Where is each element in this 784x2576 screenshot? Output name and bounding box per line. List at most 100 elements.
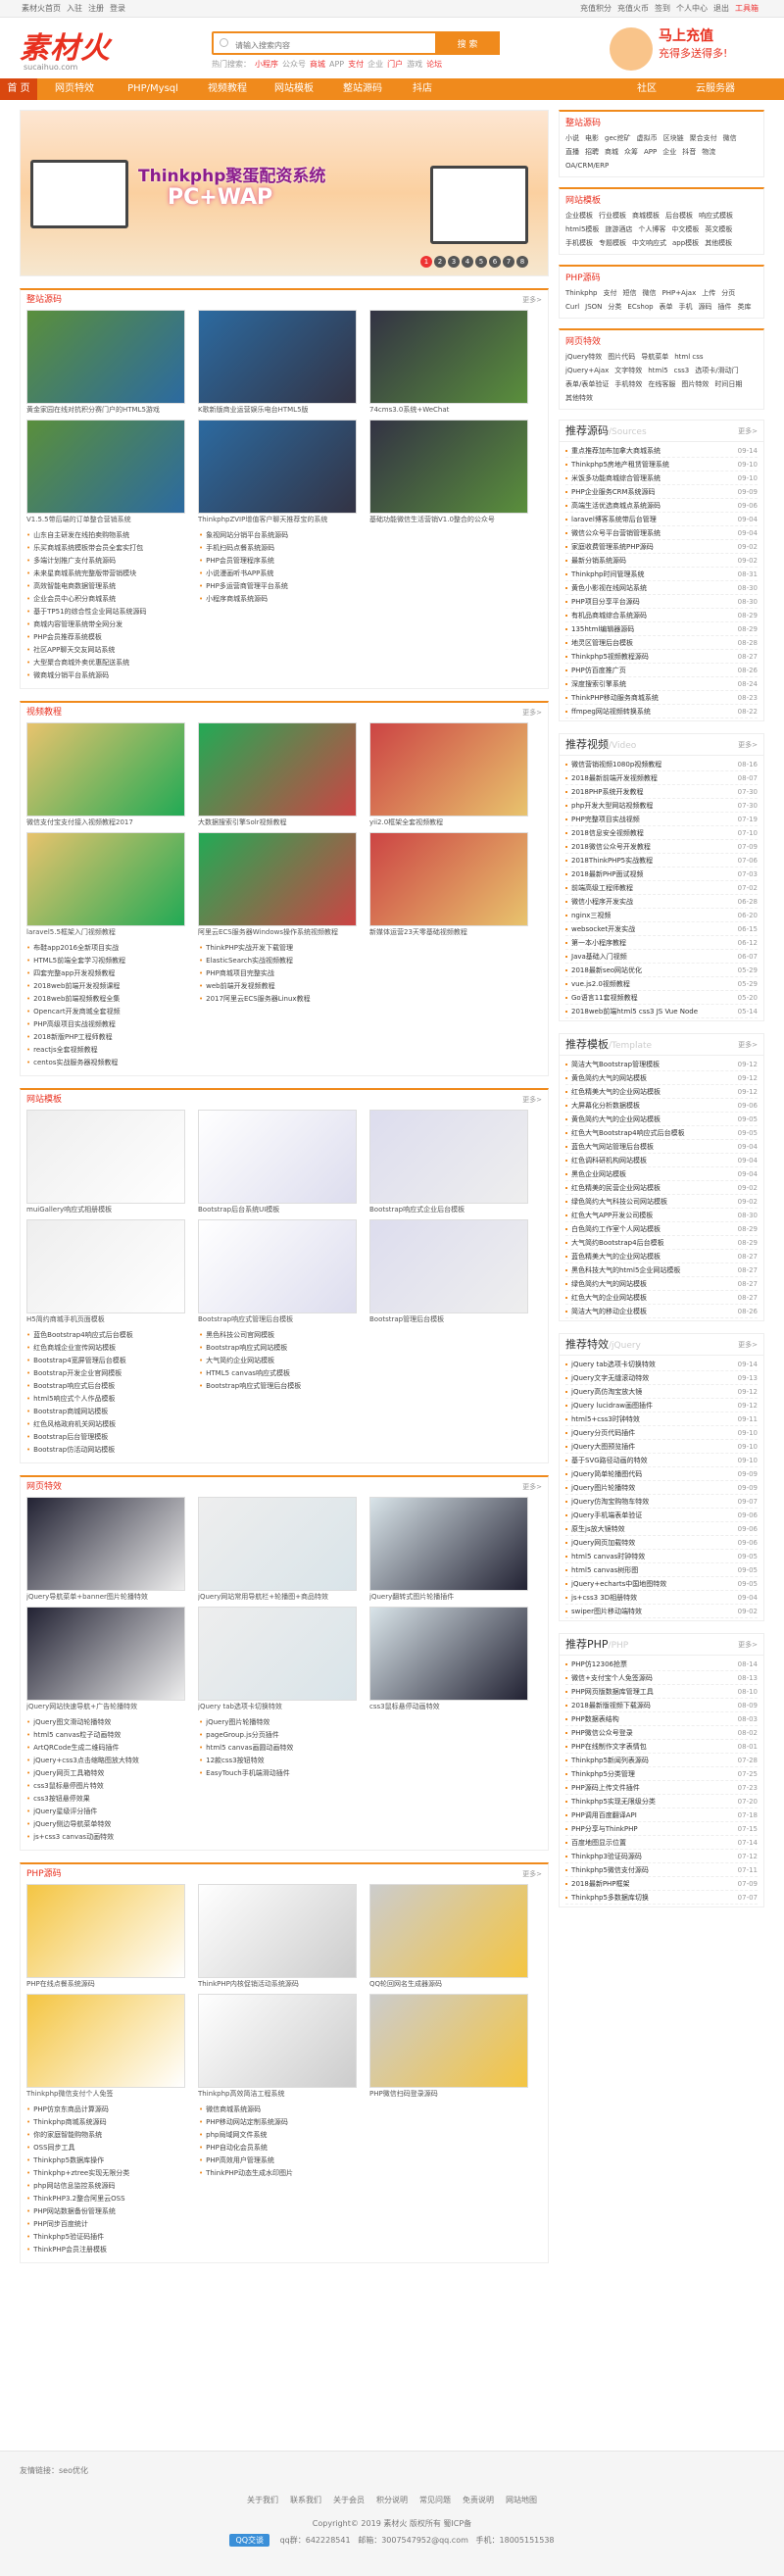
category-tag[interactable]: 其他模板 bbox=[705, 236, 732, 250]
recommend-item[interactable]: 2018微信公众号开发教程 07-09 bbox=[565, 840, 758, 854]
recommend-item[interactable]: Thinkphp5房地产租赁管理系统 09-10 bbox=[565, 458, 758, 471]
more-link[interactable]: 更多> bbox=[738, 421, 758, 442]
recommend-item-title[interactable]: 黄色小影视在线网站系统 bbox=[571, 584, 647, 592]
list-item[interactable]: pageGroup.js分页插件 bbox=[199, 1729, 371, 1742]
recommend-item[interactable]: 米饭多功能商城综合管理系统 09-10 bbox=[565, 471, 758, 485]
category-tag[interactable]: 短信 bbox=[622, 286, 636, 300]
recommend-item-title[interactable]: jQuery高仿淘宝放大镜 bbox=[571, 1388, 642, 1396]
category-tag[interactable]: 后台模板 bbox=[665, 209, 693, 223]
category-tag[interactable]: 类库 bbox=[738, 300, 752, 314]
recommend-item-title[interactable]: PHP项目分享平台源码 bbox=[571, 598, 640, 606]
recommend-item[interactable]: jQuery网页加载特效 09-06 bbox=[565, 1536, 758, 1550]
recommend-item-title[interactable]: 微信公众号平台营销管理系统 bbox=[571, 529, 661, 537]
recommend-item-title[interactable]: 有机品商城综合系统源码 bbox=[571, 612, 647, 619]
card-caption[interactable]: Bootstrap后台系统UI模板 bbox=[198, 1204, 357, 1215]
card-caption[interactable]: 新媒体运营23天零基础视频教程 bbox=[369, 926, 528, 938]
recommend-item[interactable]: swiper图片移动端特效 09-02 bbox=[565, 1605, 758, 1618]
recommend-item-title[interactable]: PHP在线制作文字表情包 bbox=[571, 1743, 647, 1751]
card-caption[interactable]: Bootstrap响应式管理后台模板 bbox=[198, 1313, 357, 1325]
recommend-item-title[interactable]: 地灵区管理后台模板 bbox=[571, 639, 633, 647]
recommend-item[interactable]: 第一本小程序教程 06-12 bbox=[565, 936, 758, 950]
recommend-item[interactable]: PHP仿12306抢票 08-14 bbox=[565, 1658, 758, 1671]
recommend-item[interactable]: jQuery lucidraw画图插件 09-12 bbox=[565, 1399, 758, 1412]
recommend-item-title[interactable]: 第一本小程序教程 bbox=[571, 939, 626, 947]
category-tag[interactable]: 时间日期 bbox=[714, 377, 742, 391]
resource-card[interactable]: jQuery导航菜单+banner图片轮播特效 bbox=[26, 1497, 185, 1603]
recommend-item-title[interactable]: Java基础入门视频 bbox=[571, 953, 627, 961]
list-item[interactable]: EasyTouch手机端滑动插件 bbox=[199, 1767, 371, 1780]
topbar-link[interactable]: 充值积分 bbox=[580, 4, 612, 13]
recommend-item-title[interactable]: jQuery大图预览插件 bbox=[571, 1443, 635, 1451]
card-caption[interactable]: jQuery导航菜单+banner图片轮播特效 bbox=[26, 1591, 185, 1603]
thumbnail-image[interactable] bbox=[26, 722, 185, 817]
resource-card[interactable]: jQuery网站快速导航+广告轮播特效 bbox=[26, 1607, 185, 1712]
card-caption[interactable]: H5简约商城手机页面模板 bbox=[26, 1313, 185, 1325]
recommend-item-title[interactable]: jQuery简单轮播图代码 bbox=[571, 1470, 642, 1478]
card-caption[interactable]: PHP微信扫码登录源码 bbox=[369, 2088, 528, 2100]
list-item[interactable]: jQuery网页工具箱特效 bbox=[26, 1767, 199, 1780]
list-item[interactable]: jQuery+css3点击缩略图放大特效 bbox=[26, 1755, 199, 1767]
list-item[interactable]: 红色风格政府机关网站模板 bbox=[26, 1418, 199, 1431]
recommend-item[interactable]: PHP分享与ThinkPHP 07-15 bbox=[565, 1822, 758, 1836]
category-tag[interactable]: 其他特效 bbox=[565, 391, 593, 405]
list-item[interactable]: PHP仿京东商品计算源码 bbox=[26, 2104, 199, 2116]
recommend-item-title[interactable]: jQuery文字无缝滚动特效 bbox=[571, 1374, 649, 1382]
nav-item[interactable]: 抖店 bbox=[398, 78, 447, 100]
category-tag[interactable]: 招聘 bbox=[585, 145, 599, 159]
thumbnail-image[interactable] bbox=[369, 1994, 528, 2088]
topbar-link[interactable]: 退出 bbox=[713, 4, 729, 13]
recommend-item-title[interactable]: html5 canvas树形图 bbox=[571, 1566, 638, 1574]
recommend-item[interactable]: 红色大气的企业网站模板 08-27 bbox=[565, 1291, 758, 1305]
category-tag[interactable]: 导航菜单 bbox=[641, 350, 668, 364]
resource-card[interactable]: Bootstrap管理后台模板 bbox=[369, 1219, 528, 1325]
recommend-item-title[interactable]: 家庭收费管理系统PHP源码 bbox=[571, 543, 654, 551]
recommend-item-title[interactable]: 2018ThinkPHP5实战教程 bbox=[571, 857, 653, 865]
category-tag[interactable]: 直播 bbox=[565, 145, 579, 159]
recommend-item[interactable]: jQuery大图预览插件 09-10 bbox=[565, 1440, 758, 1454]
recommend-item[interactable]: Thinkphp3验证码源码 07-12 bbox=[565, 1850, 758, 1863]
list-item[interactable]: 2018web前端视频教程全集 bbox=[26, 993, 199, 1006]
category-tag[interactable]: ECshop bbox=[627, 300, 653, 314]
recommend-item[interactable]: 地灵区管理后台模板 08-28 bbox=[565, 636, 758, 650]
list-item[interactable]: css3鼠标悬停图片特效 bbox=[26, 1780, 199, 1793]
thumbnail-image[interactable] bbox=[198, 1884, 357, 1978]
recommend-item[interactable]: 大气简约Bootstrap4后台模板 08-29 bbox=[565, 1236, 758, 1250]
recommend-item-title[interactable]: jQuery网页加载特效 bbox=[571, 1539, 635, 1547]
recommend-item-title[interactable]: 红色大气的企业网站模板 bbox=[571, 1294, 647, 1302]
thumbnail-image[interactable] bbox=[369, 1110, 528, 1204]
list-item[interactable]: 象视网站分销平台系统源码 bbox=[199, 529, 371, 542]
recommend-item[interactable]: 2018PHP系统开发教程 07-30 bbox=[565, 785, 758, 799]
card-caption[interactable]: jQuery tab选项卡切换特效 bbox=[198, 1701, 357, 1712]
resource-card[interactable]: K歌新版商业运营娱乐电台HTML5版 bbox=[198, 310, 357, 416]
list-item[interactable]: 山东自主研发在线拍卖购物系统 bbox=[26, 529, 199, 542]
recommend-item[interactable]: jQuery分页代码插件 09-10 bbox=[565, 1426, 758, 1440]
category-tag[interactable]: 虚拟币 bbox=[637, 131, 658, 145]
category-tag[interactable]: 插件 bbox=[718, 300, 732, 314]
recommend-item[interactable]: jQuery tab选项卡切换特效 09-14 bbox=[565, 1358, 758, 1371]
list-item[interactable]: jQuery图文滑动轮播特效 bbox=[26, 1716, 199, 1729]
recommend-item[interactable]: Thinkphp5分类管理 07-25 bbox=[565, 1767, 758, 1781]
thumbnail-image[interactable] bbox=[369, 1884, 528, 1978]
thumbnail-image[interactable] bbox=[369, 310, 528, 404]
recommend-item-title[interactable]: 2018最新seo网站优化 bbox=[571, 966, 642, 974]
topbar-link[interactable]: 充值火币 bbox=[617, 4, 649, 13]
recommend-item[interactable]: PHP微信公众号登录 08-02 bbox=[565, 1726, 758, 1740]
list-item[interactable]: reactjs全套视频教程 bbox=[26, 1044, 199, 1057]
slider-dot[interactable]: 5 bbox=[475, 256, 487, 268]
category-tag[interactable]: jQuery+Ajax bbox=[565, 364, 609, 377]
list-item[interactable]: 商城内容管理系统带全网分发 bbox=[26, 619, 199, 631]
list-item[interactable]: 红色商城企业宣传网站模板 bbox=[26, 1342, 199, 1355]
card-caption[interactable]: 基础功能微信生活营销V1.0整合的公众号 bbox=[369, 514, 528, 525]
category-tag[interactable]: 英文模板 bbox=[705, 223, 732, 236]
slider-dot[interactable]: 3 bbox=[448, 256, 460, 268]
recommend-item-title[interactable]: 蓝色大气网站管理后台模板 bbox=[571, 1143, 654, 1151]
recommend-item-title[interactable]: Thinkphp5微信支付源码 bbox=[571, 1866, 649, 1874]
recommend-item[interactable]: PHP数据表结构 08-03 bbox=[565, 1712, 758, 1726]
recommend-item-title[interactable]: 红色大气Bootstrap4响应式后台模板 bbox=[571, 1129, 685, 1137]
category-tag[interactable]: 抖音 bbox=[682, 145, 696, 159]
recommend-item-title[interactable]: 重点推荐加布加拿大商城系统 bbox=[571, 447, 661, 455]
recommend-item-title[interactable]: laravel博客系统带后台管理 bbox=[571, 516, 657, 523]
category-tag[interactable]: APP bbox=[644, 145, 657, 159]
recommend-item-title[interactable]: 2018最新前端开发视频教程 bbox=[571, 774, 658, 782]
recommend-item-title[interactable]: Thinkphp3验证码源码 bbox=[571, 1853, 642, 1860]
